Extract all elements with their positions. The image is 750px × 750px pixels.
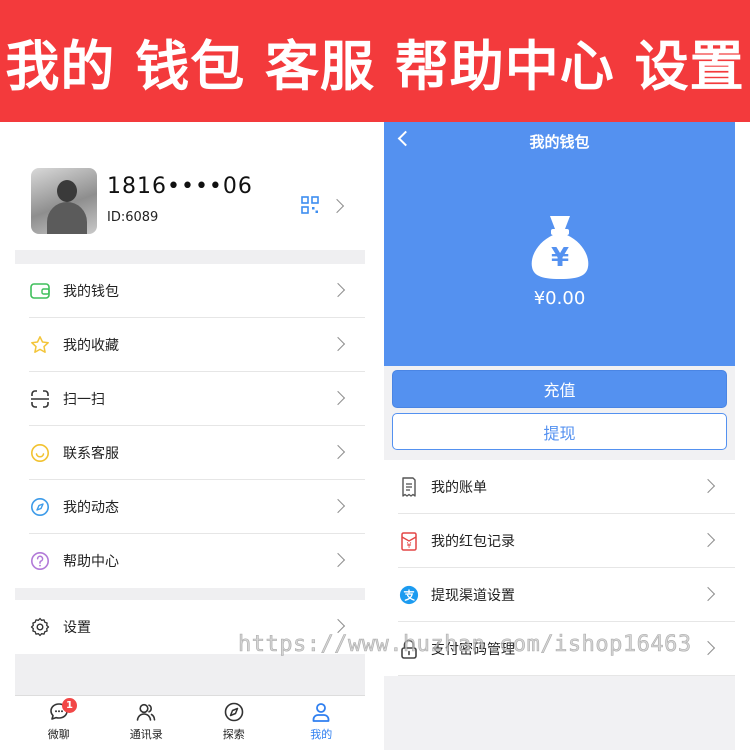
alipay-icon — [399, 585, 419, 605]
tab-chat[interactable]: 1 微聊 — [15, 696, 103, 750]
wallet-icon — [30, 281, 50, 301]
menu-item-label: 我的钱包 — [63, 283, 119, 300]
wallet-item-label: 提现渠道设置 — [431, 587, 515, 604]
star-icon — [30, 335, 50, 355]
chevron-right-icon — [700, 586, 716, 602]
menu-item-help[interactable]: 帮助中心 — [29, 534, 365, 588]
user-icon — [310, 701, 332, 723]
chevron-right-icon — [700, 478, 716, 494]
wallet-balance: ¥0.00 — [533, 288, 586, 309]
tab-label: 微聊 — [47, 728, 70, 741]
tab-contacts[interactable]: 通讯录 — [103, 696, 191, 750]
menu-item-moments[interactable]: 我的动态 — [29, 480, 365, 534]
page-title: 我的钱包 — [529, 133, 590, 151]
menu-item-label: 我的动态 — [63, 499, 119, 516]
svg-text:¥: ¥ — [406, 541, 411, 550]
menu-item-label: 帮助中心 — [63, 554, 119, 570]
tab-me[interactable]: 我的 — [278, 696, 366, 750]
menu-item-favorites[interactable]: 我的收藏 — [29, 318, 365, 372]
unread-badge: 1 — [62, 698, 77, 713]
compass-icon — [30, 497, 50, 517]
chevron-right-icon — [330, 552, 346, 568]
chevron-right-icon — [330, 390, 346, 406]
customer-service-icon — [30, 443, 50, 463]
menu-item-scan[interactable]: 扫一扫 — [29, 372, 365, 426]
wallet-item-bills[interactable]: 我的账单 — [398, 460, 735, 514]
menu-item-wallet[interactable]: 我的钱包 — [29, 264, 365, 318]
qr-code-icon[interactable] — [301, 196, 319, 214]
svg-text:¥: ¥ — [551, 243, 569, 273]
chevron-right-icon — [330, 282, 346, 298]
banner-title: 我的 钱包 客服 帮助中心 设置 — [5, 34, 745, 98]
wallet-item-label: 我的账单 — [431, 479, 487, 496]
contacts-icon — [135, 701, 157, 723]
chevron-right-icon — [700, 532, 716, 548]
profile-id: ID:6089 — [107, 210, 159, 225]
avatar[interactable] — [31, 168, 97, 234]
gear-icon — [30, 617, 50, 637]
withdraw-button[interactable]: 提现 — [392, 413, 727, 450]
menu-item-label: 联系客服 — [63, 445, 119, 462]
profile-name: 1816••••06 — [107, 174, 253, 199]
help-icon — [30, 551, 50, 571]
chevron-right-icon — [330, 336, 346, 352]
chevron-right-icon — [330, 498, 346, 514]
wallet-header: 我的钱包 ¥ ¥0.00 — [384, 122, 735, 366]
menu-item-customer-service[interactable]: 联系客服 — [29, 426, 365, 480]
menu-item-label: 设置 — [63, 620, 91, 636]
chevron-right-icon — [700, 640, 716, 656]
bill-icon — [399, 476, 419, 497]
red-packet-icon: ¥ — [399, 531, 419, 551]
wallet-item-label: 我的红包记录 — [431, 533, 515, 550]
wallet-item-red-packets[interactable]: ¥ 我的红包记录 — [398, 514, 735, 568]
recharge-button[interactable]: 充值 — [392, 370, 727, 408]
tab-label: 我的 — [310, 728, 333, 741]
watermark-text: https://www.huzhan.com/ishop16463 — [238, 632, 692, 658]
title-banner: 我的 钱包 客服 帮助中心 设置 — [0, 0, 750, 122]
tab-label: 通讯录 — [129, 728, 163, 741]
explore-icon — [223, 701, 245, 723]
chevron-right-icon — [330, 618, 346, 634]
tab-explore[interactable]: 探索 — [190, 696, 278, 750]
scan-icon — [30, 389, 50, 409]
menu-item-label: 扫一扫 — [63, 391, 105, 408]
menu-item-label: 我的收藏 — [63, 337, 119, 354]
profile-card[interactable]: 1816••••06 ID:6089 — [15, 122, 365, 250]
wallet-item-withdraw-channel[interactable]: 提现渠道设置 — [398, 568, 735, 622]
bottom-tab-bar: 1 微聊 通讯录 探索 我的 — [15, 695, 365, 750]
chevron-right-icon — [329, 198, 345, 214]
chevron-right-icon — [330, 444, 346, 460]
main-menu: 我的钱包 我的收藏 扫一扫 联系客服 我的动态 帮助中心 — [15, 264, 365, 588]
money-bag-icon: ¥ — [531, 216, 589, 279]
tab-label: 探索 — [222, 728, 245, 741]
